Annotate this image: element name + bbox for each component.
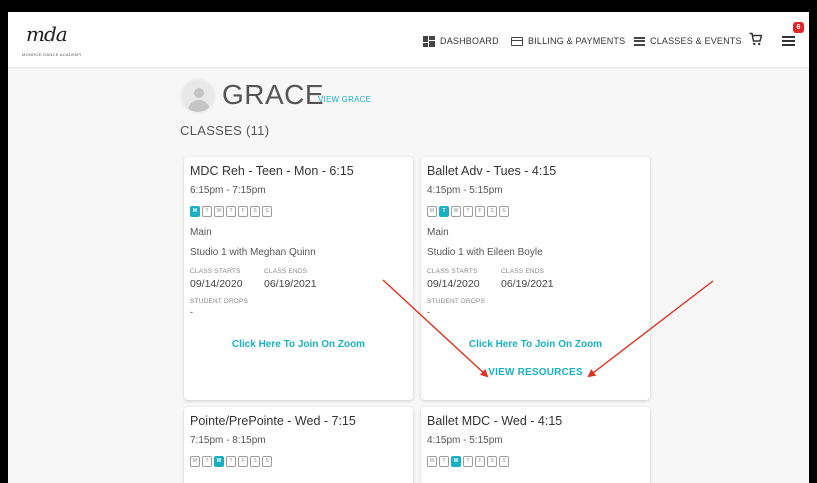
annotation-arrow-left [382,279,489,378]
annotation-arrows [382,279,714,378]
annotation-arrow-right [587,280,714,378]
